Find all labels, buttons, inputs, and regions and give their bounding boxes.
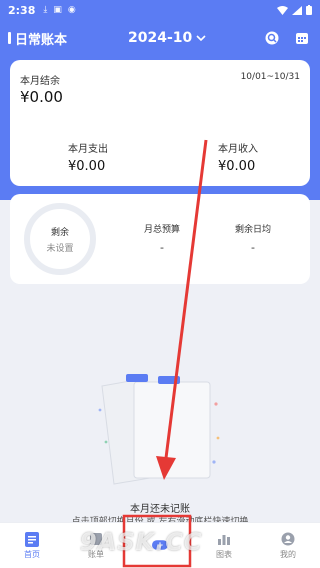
empty-clipboard-illustration: [98, 374, 220, 485]
balance-label: 本月结余: [20, 76, 60, 87]
calendar-icon[interactable]: [294, 30, 310, 46]
chevron-down-icon: [196, 35, 206, 41]
battery-icon: [306, 5, 312, 15]
profile-icon: [280, 531, 296, 547]
app-title-text: 日常账本: [15, 32, 68, 48]
income-block: 本月收入 ¥0.00: [218, 140, 308, 174]
expense-label: 本月支出: [68, 144, 108, 155]
daily-avg-block: 剩余日均 -: [218, 222, 288, 254]
budget-ring[interactable]: 剩余 未设置: [24, 203, 96, 275]
tab-chart-label: 图表: [216, 550, 232, 559]
status-bar: 2:38 ⤓ ▣ ◉: [0, 0, 320, 20]
income-value: ¥0.00: [218, 159, 256, 174]
search-icon[interactable]: [264, 30, 280, 46]
total-budget-value: -: [160, 241, 164, 254]
total-budget-label: 月总预算: [143, 225, 180, 235]
tab-profile-label: 我的: [280, 550, 296, 559]
dnd-icon: ◉: [67, 5, 76, 15]
download-icon: ⤓: [43, 5, 48, 15]
month-label: 2024-10: [128, 30, 193, 46]
date-range: 10/01~10/31: [240, 72, 300, 82]
daily-avg-value: -: [251, 241, 255, 254]
app-title: 日常账本: [8, 29, 67, 48]
total-budget-block: 月总预算 -: [127, 222, 197, 254]
balance-value: ¥0.00: [20, 88, 63, 106]
status-time: 2:38: [8, 3, 36, 17]
daily-avg-label: 剩余日均: [234, 225, 271, 235]
a-icon: ▣: [53, 5, 62, 15]
ring-label: 剩余: [50, 227, 69, 238]
budget-card[interactable]: 剩余 未设置 月总预算 - 剩余日均 -: [10, 194, 310, 284]
empty-state-title: 本月还未记账: [130, 504, 190, 515]
signal-icon: [292, 5, 302, 15]
month-picker[interactable]: 2024-10: [128, 30, 206, 46]
title-bar-icon: [8, 32, 11, 44]
watermark-logo: 9ASK.CC: [80, 528, 203, 556]
tab-home[interactable]: 首页: [0, 523, 64, 568]
expense-block: 本月支出 ¥0.00: [68, 140, 158, 174]
tab-home-label: 首页: [24, 550, 40, 559]
home-icon: [24, 531, 40, 547]
tab-profile[interactable]: 我的: [256, 523, 320, 568]
wifi-icon: [277, 5, 288, 15]
expense-value: ¥0.00: [68, 159, 106, 174]
ring-status: 未设置: [46, 243, 74, 254]
chart-icon: [216, 531, 232, 547]
monthly-summary-card[interactable]: 本月结余 10/01~10/31 ¥0.00 本月支出 ¥0.00 本月收入 ¥…: [10, 60, 310, 186]
top-bar: 日常账本 2024-10: [0, 24, 320, 52]
income-label: 本月收入: [218, 144, 258, 155]
